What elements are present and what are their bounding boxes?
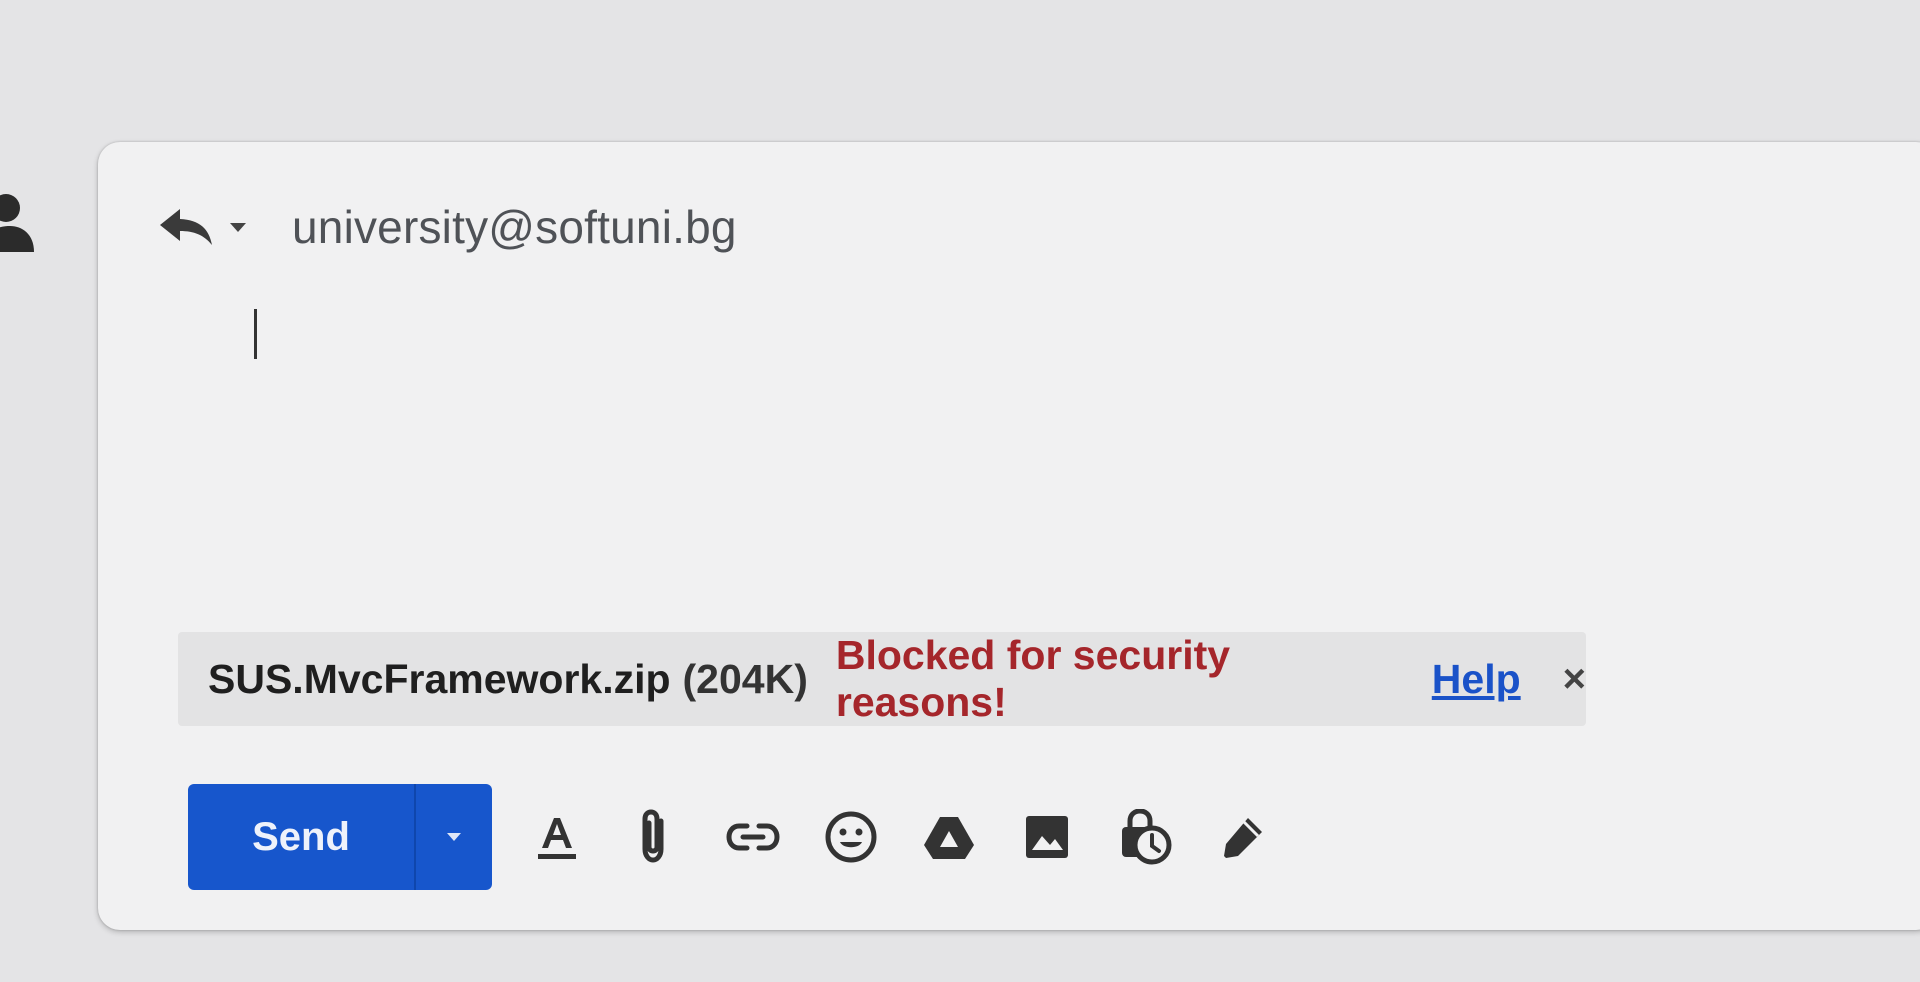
insert-link-button[interactable]: [720, 804, 786, 870]
insert-link-icon: [726, 823, 780, 851]
attachment-filename: SUS.MvcFramework.zip: [208, 655, 671, 702]
confidential-mode-icon: [1122, 809, 1172, 865]
help-link[interactable]: Help: [1432, 656, 1521, 703]
reply-compose-panel: university@softuni.bg SUS.MvcFramework.z…: [98, 142, 1920, 930]
send-button-group: Send: [188, 784, 492, 890]
signature-icon: [1224, 818, 1262, 858]
more-send-options-button[interactable]: [416, 784, 492, 890]
reply-icon[interactable]: [158, 207, 214, 247]
insert-photo-button[interactable]: [1014, 804, 1080, 870]
format-text-button[interactable]: [524, 804, 590, 870]
attach-file-icon: [642, 809, 664, 863]
recipient-address[interactable]: university@softuni.bg: [292, 200, 737, 254]
remove-attachment-button[interactable]: ×: [1563, 657, 1586, 702]
person-icon: [0, 194, 34, 252]
attachment-blocked-message: Blocked for security reasons!: [835, 632, 1231, 725]
insert-photo-icon: [1026, 816, 1068, 858]
confidential-mode-button[interactable]: [1112, 804, 1178, 870]
text-cursor: [254, 309, 257, 359]
chevron-down-icon: [447, 833, 461, 841]
drive-icon: [924, 817, 974, 859]
blocked-attachment-chip: SUS.MvcFramework.zip (204K) Blocked for …: [178, 632, 1586, 726]
insert-signature-button[interactable]: [1210, 804, 1276, 870]
insert-from-drive-button[interactable]: [916, 804, 982, 870]
reply-header: university@softuni.bg: [158, 197, 737, 257]
format-text-icon: [538, 818, 576, 859]
attachment-size: (204K): [682, 655, 808, 702]
compose-toolbar: Send: [188, 784, 1276, 890]
insert-emoji-button[interactable]: [818, 804, 884, 870]
send-button[interactable]: Send: [188, 784, 414, 890]
reply-type-dropdown-icon[interactable]: [228, 220, 248, 234]
emoji-icon: [825, 811, 877, 863]
attach-file-button[interactable]: [622, 804, 688, 870]
